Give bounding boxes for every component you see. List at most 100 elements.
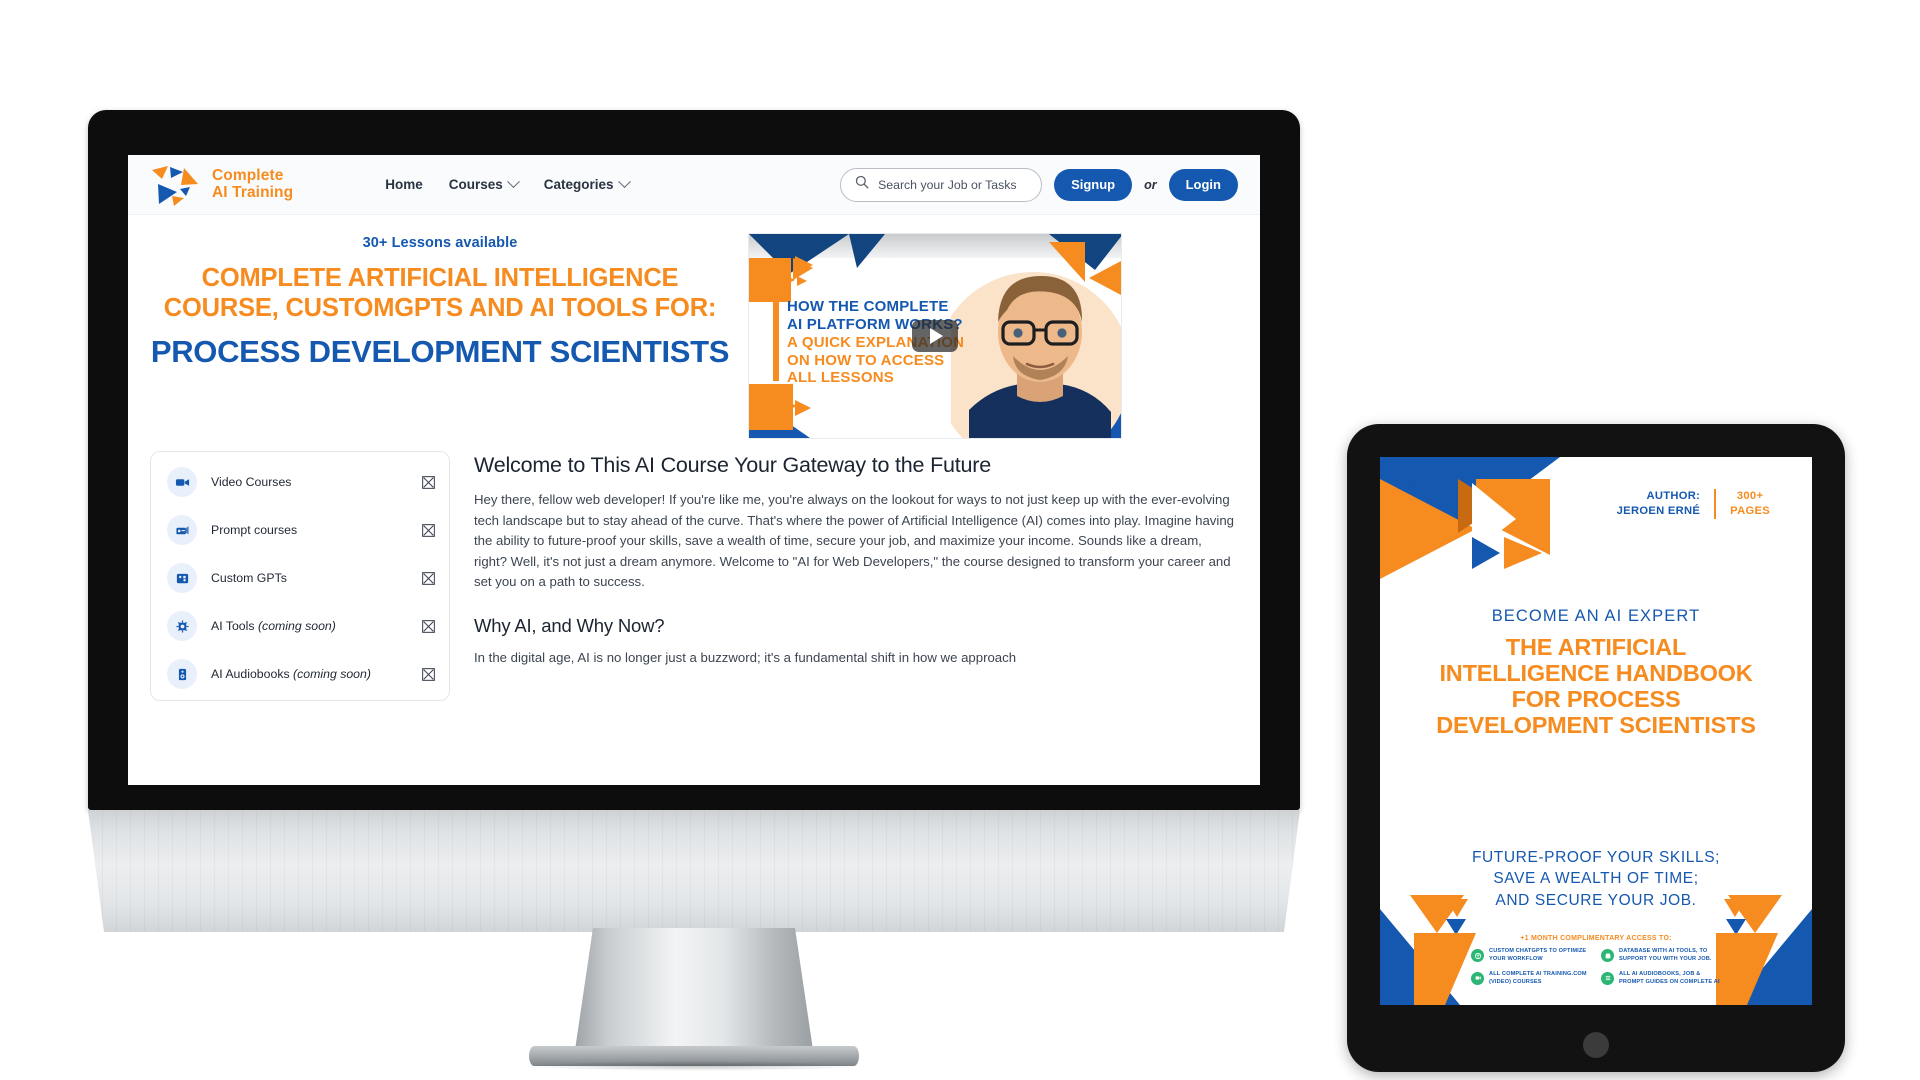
bonus-heading: +1 MONTH COMPLIMENTARY ACCESS TO: — [1520, 935, 1672, 942]
bonus-text: CUSTOM CHATGPTS TO OPTIMIZE YOUR WORKFLO… — [1489, 948, 1587, 962]
logo-line-2: AI Training — [212, 183, 294, 201]
close-box-icon[interactable] — [422, 619, 435, 633]
bonus-text: ALL COMPLETE AI TRAINING.COM (VIDEO) COU… — [1489, 970, 1587, 985]
site-header: Complete AI Training Home Courses Catego… — [128, 155, 1260, 215]
prompt-robot-icon — [167, 515, 197, 545]
nav-label: Courses — [448, 177, 503, 192]
list-item-label: Custom GPTs — [211, 571, 287, 585]
close-box-icon[interactable] — [422, 523, 435, 537]
cover-title: THE ARTIFICIAL INTELLIGENCE HANDBOOK FOR… — [1436, 634, 1756, 738]
close-box-icon[interactable] — [422, 475, 435, 489]
close-box-icon[interactable] — [422, 571, 435, 585]
main-nav: Home Courses Categories — [385, 175, 631, 192]
cover-kicker: BECOME AN AI EXPERT — [1491, 607, 1701, 625]
bonus-item: ALL AI AUDIOBOOKS, JOB & PROMPT GUIDES O… — [1601, 971, 1721, 987]
list-item-label: Video Courses — [211, 475, 292, 489]
login-button[interactable]: Login — [1168, 168, 1238, 201]
video-icon — [1471, 971, 1484, 985]
video-camera-icon — [167, 467, 197, 497]
logo-line-1: Complete — [212, 166, 284, 184]
hero-title-orange: COMPLETE ARTIFICIAL INTELLIGENCE COURSE,… — [163, 264, 717, 322]
speaker-icon — [167, 659, 197, 689]
hero-copy: 30+ Lessons available COMPLETE ARTIFICIA… — [150, 229, 730, 439]
nav-label: Categories — [543, 177, 614, 192]
bonus-item: ALL COMPLETE AI TRAINING.COM (VIDEO) COU… — [1471, 971, 1591, 987]
desktop-monitor-mockup: Complete AI Training Home Courses Catego… — [88, 110, 1300, 1071]
tablet-home-button[interactable] — [1583, 1032, 1609, 1058]
cover-divider — [1714, 489, 1717, 520]
nav-item-home[interactable]: Home — [385, 177, 423, 192]
list-item[interactable]: Custom GPTs — [151, 554, 449, 602]
hero-title-blue: PROCESS DEVELOPMENT SCIENTISTS — [150, 333, 730, 369]
cover-subtitle-line-1: FUTURE-PROOF YOUR SKILLS; — [1471, 849, 1721, 866]
play-button-icon[interactable] — [912, 320, 958, 352]
play-triangle — [930, 328, 943, 344]
hero-section: 30+ Lessons available COMPLETE ARTIFICIA… — [128, 215, 1260, 439]
search-box[interactable] — [840, 167, 1043, 202]
list-icon — [1601, 971, 1614, 985]
nav-item-courses[interactable]: Courses — [448, 175, 520, 192]
article-paragraph: Hey there, fellow web developer! If you'… — [474, 492, 1234, 590]
bonus-grid: CUSTOM CHATGPTS TO OPTIMIZE YOUR WORKFLO… — [1471, 948, 1721, 987]
article-paragraph-2: In the digital age, AI is no longer just… — [474, 649, 1017, 665]
list-item[interactable]: Video Courses — [151, 458, 449, 506]
video-accent-bar — [773, 297, 779, 381]
lessons-badge: 30+ Lessons available — [362, 235, 518, 251]
book-cover: AUTHOR: JEROEN ERNÉ 300+ PAGES BECOME AN… — [1380, 457, 1812, 1005]
cover-subtitle-line-2: SAVE A WEALTH OF TIME; — [1493, 870, 1699, 888]
monitor-screen: Complete AI Training Home Courses Catego… — [128, 155, 1260, 785]
pages-label: PAGES — [1730, 505, 1770, 518]
chevron-down-icon — [506, 175, 520, 189]
article-subheading: Why AI, and Why Now? — [474, 614, 665, 636]
article-heading: Welcome to This AI Course Your Gateway t… — [474, 453, 992, 477]
pages-count: 300+ — [1736, 490, 1764, 502]
video-line-5: ALL LESSONS — [787, 369, 894, 387]
list-item-label: AI Audiobooks (coming soon) — [211, 667, 371, 681]
content-area: Video Courses Prompt courses Custom GPTs… — [128, 439, 1260, 701]
list-item[interactable]: AI Tools (coming soon) — [151, 602, 449, 650]
close-box-icon[interactable] — [422, 667, 435, 681]
chevron-down-icon — [617, 175, 631, 189]
list-item-label: AI Tools (coming soon) — [211, 619, 336, 633]
database-icon — [1601, 949, 1614, 962]
presenter-photo — [951, 260, 1121, 438]
monitor-shadow — [521, 1061, 867, 1071]
author-label: AUTHOR: — [1646, 490, 1701, 502]
logo-triangles-icon — [150, 162, 202, 208]
bonus-text: ALL AI AUDIOBOOKS, JOB & PROMPT GUIDES O… — [1619, 970, 1720, 985]
cover-author-block: AUTHOR: JEROEN ERNÉ 300+ PAGES — [1617, 489, 1770, 520]
cover-pages-block: 300+ PAGES — [1730, 489, 1770, 520]
logo-text: Complete AI Training — [212, 166, 294, 201]
chip-icon — [167, 611, 197, 641]
author-name: JEROEN ERNÉ — [1616, 505, 1701, 518]
nav-label: Home — [385, 177, 423, 192]
video-line-1: HOW THE COMPLETE — [787, 298, 949, 315]
cover-bonus-section: +1 MONTH COMPLIMENTARY ACCESS TO: CUSTOM… — [1380, 935, 1812, 987]
cover-subtitle: FUTURE-PROOF YOUR SKILLS; SAVE A WEALTH … — [1404, 847, 1788, 911]
bonus-item: CUSTOM CHATGPTS TO OPTIMIZE YOUR WORKFLO… — [1471, 948, 1591, 964]
tablet-screen: AUTHOR: JEROEN ERNÉ 300+ PAGES BECOME AN… — [1380, 457, 1812, 1005]
monitor-chin — [88, 810, 1300, 932]
cover-subtitle-line-3: AND SECURE YOUR JOB. — [1495, 891, 1697, 909]
cover-author-text: AUTHOR: JEROEN ERNÉ — [1617, 489, 1701, 520]
bonus-text: DATABASE WITH AI TOOLS, TO SUPPORT YOU W… — [1619, 948, 1712, 962]
article-content: Welcome to This AI Course Your Gateway t… — [474, 451, 1238, 701]
tablet-mockup: AUTHOR: JEROEN ERNÉ 300+ PAGES BECOME AN… — [1347, 424, 1845, 1072]
list-item[interactable]: Prompt courses — [151, 506, 449, 554]
site-logo[interactable]: Complete AI Training — [150, 162, 293, 208]
search-input[interactable] — [878, 177, 1028, 192]
nav-item-categories[interactable]: Categories — [543, 175, 631, 192]
list-item-label: Prompt courses — [211, 523, 298, 537]
custom-gpt-icon — [167, 563, 197, 593]
list-item[interactable]: AI Audiobooks (coming soon) — [151, 650, 449, 698]
header-actions: Signup or Login — [840, 167, 1238, 202]
list-item[interactable]: AI Books (coming soon) — [151, 698, 449, 700]
or-separator: or — [1144, 177, 1157, 192]
course-category-list: Video Courses Prompt courses Custom GPTs… — [150, 451, 450, 701]
promo-video-thumbnail[interactable]: HOW THE COMPLETE AI PLATFORM WORKS? A QU… — [748, 233, 1122, 439]
monitor-stand-neck — [575, 928, 813, 1050]
bonus-item: DATABASE WITH AI TOOLS, TO SUPPORT YOU W… — [1601, 948, 1721, 964]
search-icon — [855, 175, 869, 194]
scene: Complete AI Training Home Courses Catego… — [0, 0, 1920, 1080]
signup-button[interactable]: Signup — [1054, 168, 1133, 201]
